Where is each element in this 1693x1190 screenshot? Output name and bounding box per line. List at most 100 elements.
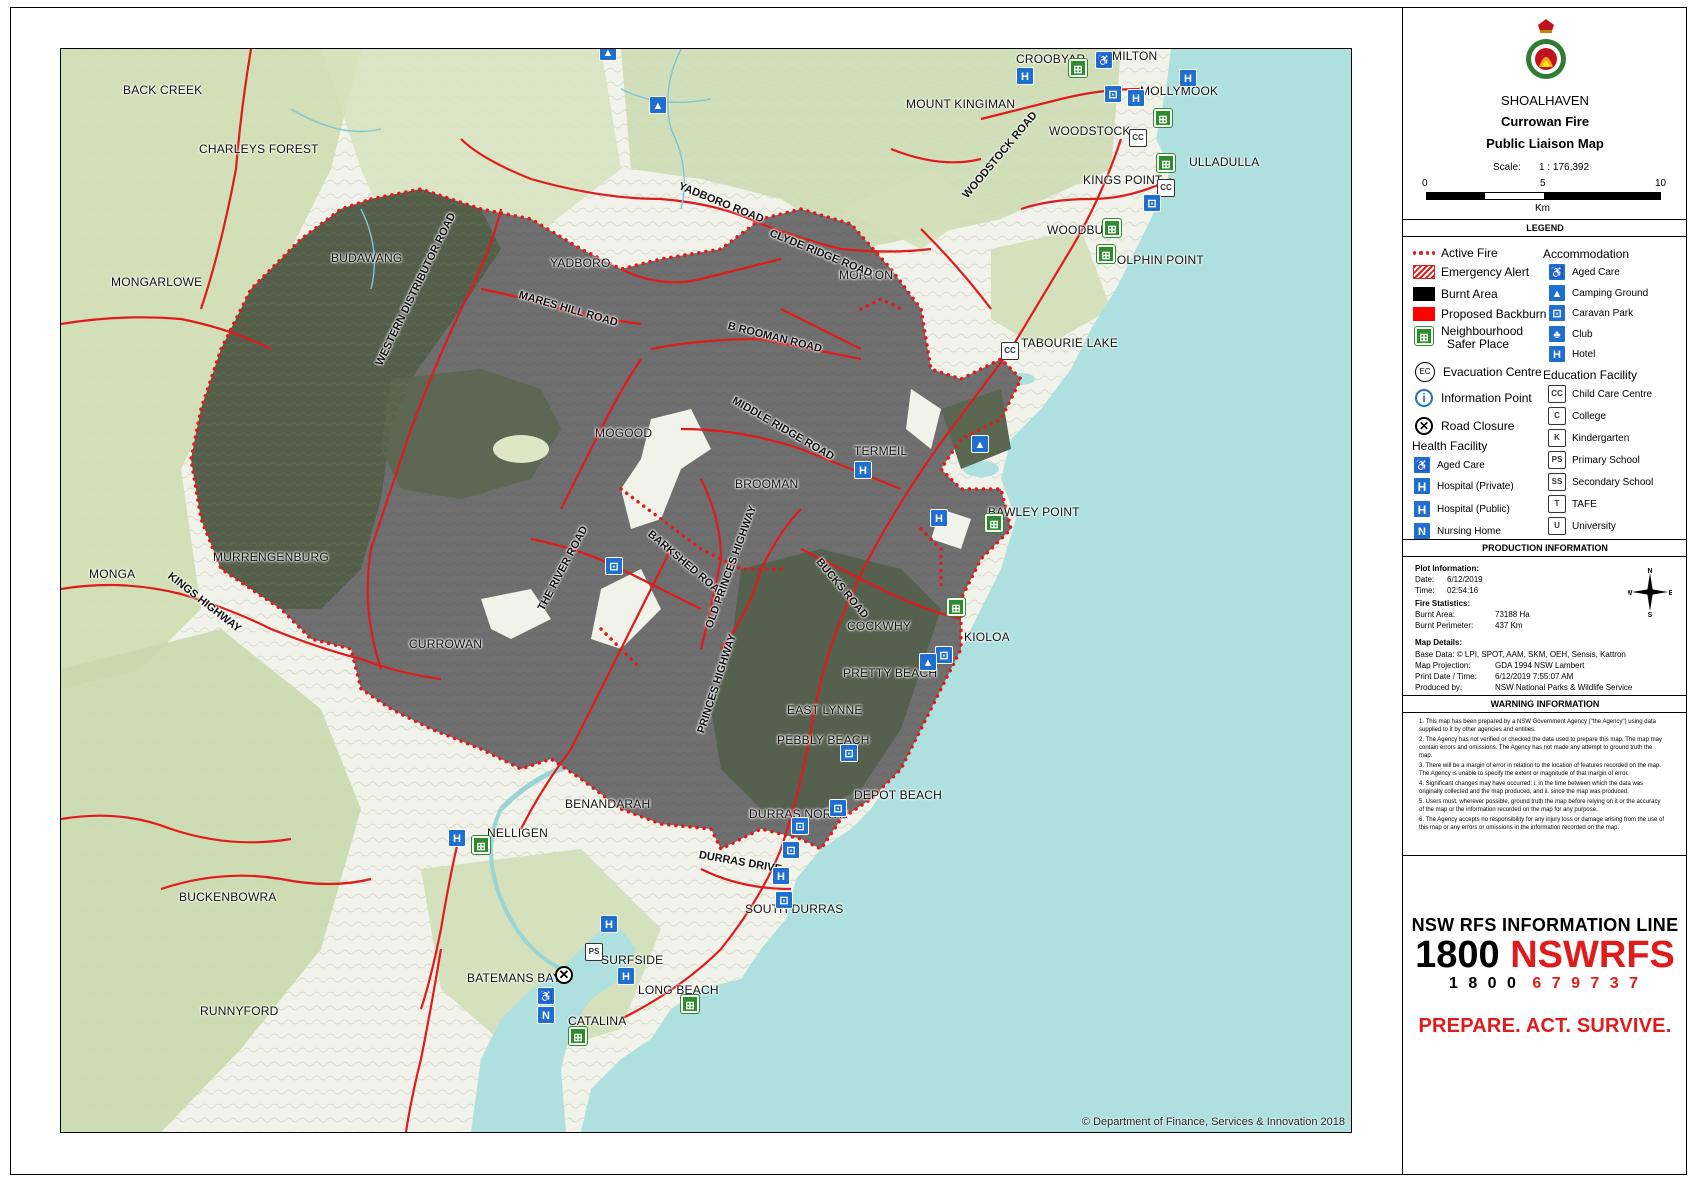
legend-label: University: [1572, 520, 1616, 532]
neighbourhood-safer-place-icon[interactable]: ⊞: [1068, 58, 1088, 78]
hospital-public-icon: H: [1413, 500, 1431, 518]
produced-label: Produced by:: [1415, 683, 1463, 692]
hotel-icon[interactable]: H: [1127, 89, 1145, 107]
legend-label: Primary School: [1572, 454, 1640, 466]
scale-label: Scale:: [1493, 162, 1521, 173]
aged-care-icon: ♿: [1413, 456, 1431, 474]
north-arrow-icon: N S W E: [1628, 568, 1672, 617]
place-label: SURFSIDE: [601, 953, 664, 967]
active-fire-icon: [1413, 246, 1435, 260]
hotel-icon[interactable]: H: [1016, 67, 1034, 85]
projection-label: Map Projection:: [1415, 661, 1471, 670]
caravan-park-icon[interactable]: ⊡: [791, 817, 809, 835]
infoline-digits-red: 6 7 9 7 3 7: [1532, 975, 1641, 992]
neighbourhood-safer-place-icon[interactable]: ⊞: [680, 994, 700, 1014]
camping-ground-icon[interactable]: ▲: [599, 49, 617, 61]
caravan-park-icon[interactable]: ⊡: [782, 841, 800, 859]
legend-label: Active Fire: [1441, 246, 1498, 260]
scalebar: [1426, 192, 1661, 200]
place-label: RUNNYFORD: [200, 1004, 279, 1018]
neighbourhood-safer-place-icon[interactable]: ⊞: [471, 835, 491, 855]
hotel-icon[interactable]: H: [854, 461, 872, 479]
legend-heading: LEGEND: [1526, 223, 1564, 233]
neighbourhood-safer-place-icon[interactable]: ⊞: [1096, 244, 1116, 264]
caravan-park-icon[interactable]: ⊡: [605, 557, 623, 575]
legend-item-emergency-alert: Emergency Alert: [1413, 265, 1529, 279]
place-label: MOUNT KINGIMAN: [906, 97, 1016, 111]
legend-label: Nursing Home: [1437, 525, 1501, 537]
infoline-digits: 1 8 0 0 6 7 9 7 3 7: [1403, 975, 1687, 993]
legend-label: Safer Place: [1447, 337, 1510, 351]
legend-label: Proposed Backburn: [1441, 307, 1547, 321]
legend-item-caravan-park: ⊡ Caravan Park: [1548, 304, 1633, 322]
neighbourhood-safer-place-icon: ⊞: [1414, 326, 1434, 346]
legend-label: Burnt Area: [1441, 287, 1498, 301]
place-label: KINGS POINT: [1083, 173, 1163, 187]
neighbourhood-safer-place-icon[interactable]: ⊞: [568, 1026, 588, 1046]
legend-item-information-point: i Information Point: [1413, 389, 1532, 407]
place-label: ULLADULLA: [1189, 155, 1260, 169]
nursing-home-icon: N: [1413, 522, 1431, 540]
infoline-digits-black: 1 8 0 0: [1448, 975, 1519, 992]
place-label: CURROWAN: [409, 637, 483, 651]
caravan-park-icon[interactable]: ⊡: [840, 744, 858, 762]
health-facility-heading: Health Facility: [1412, 439, 1488, 453]
infoline-1800: 1800: [1415, 934, 1500, 976]
legend-label: Club: [1572, 328, 1593, 340]
warning-item: 3. There will be a margin of error in re…: [1419, 763, 1662, 777]
hotel-icon[interactable]: H: [600, 915, 618, 933]
camping-ground-icon[interactable]: ▲: [649, 96, 667, 114]
nursing-home-icon[interactable]: N: [537, 1006, 555, 1024]
legend-item-hospital-public: H Hospital (Public): [1413, 500, 1510, 518]
projection-value: GDA 1994 NSW Lambert: [1495, 661, 1585, 670]
caravan-park-icon[interactable]: ⊡: [1104, 85, 1122, 103]
hotel-icon[interactable]: H: [930, 509, 948, 527]
infoline-heading: NSW RFS INFORMATION LINE: [1411, 915, 1679, 935]
production-heading: PRODUCTION INFORMATION: [1482, 543, 1608, 553]
hotel-icon[interactable]: H: [617, 967, 635, 985]
neighbourhood-safer-place-icon[interactable]: ⊞: [1153, 108, 1173, 128]
map-title: Currowan Fire: [1500, 114, 1590, 129]
legend-item-college: C College: [1548, 407, 1606, 425]
neighbourhood-safer-place-icon[interactable]: ⊞: [1102, 218, 1122, 238]
neighbourhood-safer-place-icon[interactable]: ⊞: [1156, 153, 1176, 173]
legend-label: Aged Care: [1437, 459, 1485, 471]
proposed-backburn-icon: [1413, 307, 1435, 321]
accommodation-heading: Accommodation: [1543, 247, 1630, 261]
caravan-park-icon[interactable]: ⊡: [775, 891, 793, 909]
camping-ground-icon[interactable]: ▲: [971, 435, 989, 453]
neighbourhood-safer-place-icon[interactable]: ⊞: [984, 513, 1004, 533]
warning-list: 1. This map has been prepared by a NSW G…: [1419, 718, 1667, 834]
place-label: TABOURIE LAKE: [1021, 336, 1119, 350]
aged-care-icon[interactable]: ♿: [537, 987, 555, 1005]
caravan-park-icon[interactable]: ⊡: [829, 799, 847, 817]
map-frame[interactable]: BACK CREEK CHARLEYS FOREST MONGARLOWE BU…: [60, 48, 1352, 1133]
date-label: Date:: [1415, 575, 1435, 584]
infoline-word: NSWRFS: [1510, 934, 1675, 976]
place-label: BENANDARAH: [565, 797, 651, 811]
warning-item: 6. The Agency accepts no responsibility …: [1419, 817, 1665, 831]
map-copyright: © Department of Finance, Services & Inno…: [1081, 1116, 1345, 1128]
caravan-park-icon[interactable]: ⊡: [935, 646, 953, 664]
camping-ground-icon[interactable]: ▲: [919, 653, 937, 671]
caravan-park-icon: ⊡: [1548, 304, 1566, 322]
legend-item-accom-aged-care: ♿ Aged Care: [1548, 263, 1620, 281]
aged-care-icon[interactable]: ♿: [1095, 51, 1113, 69]
warning-item: 5. Users must, wherever possible, ground…: [1419, 799, 1661, 813]
legend-item-university: U University: [1548, 517, 1616, 535]
primary-school-icon[interactable]: PS: [585, 943, 603, 961]
compass-e: E: [1669, 590, 1672, 597]
child-care-centre-icon[interactable]: CC: [1001, 342, 1019, 360]
base-data: Base Data: © LPI, SPOT, AAM, SKM, OEH, S…: [1415, 650, 1626, 659]
hotel-icon[interactable]: H: [1179, 69, 1197, 87]
compass-w: W: [1628, 590, 1633, 597]
neighbourhood-safer-place-icon[interactable]: ⊞: [946, 597, 966, 617]
hotel-icon[interactable]: H: [772, 867, 790, 885]
road-closure-icon[interactable]: ✕: [555, 966, 573, 984]
child-care-centre-icon[interactable]: CC: [1129, 129, 1147, 147]
produced-value: NSW National Parks & Wildlife Service: [1495, 683, 1633, 692]
road-closure-icon: ✕: [1415, 417, 1433, 435]
place-label: TERMEIL: [854, 444, 908, 458]
hotel-icon[interactable]: H: [448, 829, 466, 847]
caravan-park-icon[interactable]: ⊡: [1143, 194, 1161, 212]
